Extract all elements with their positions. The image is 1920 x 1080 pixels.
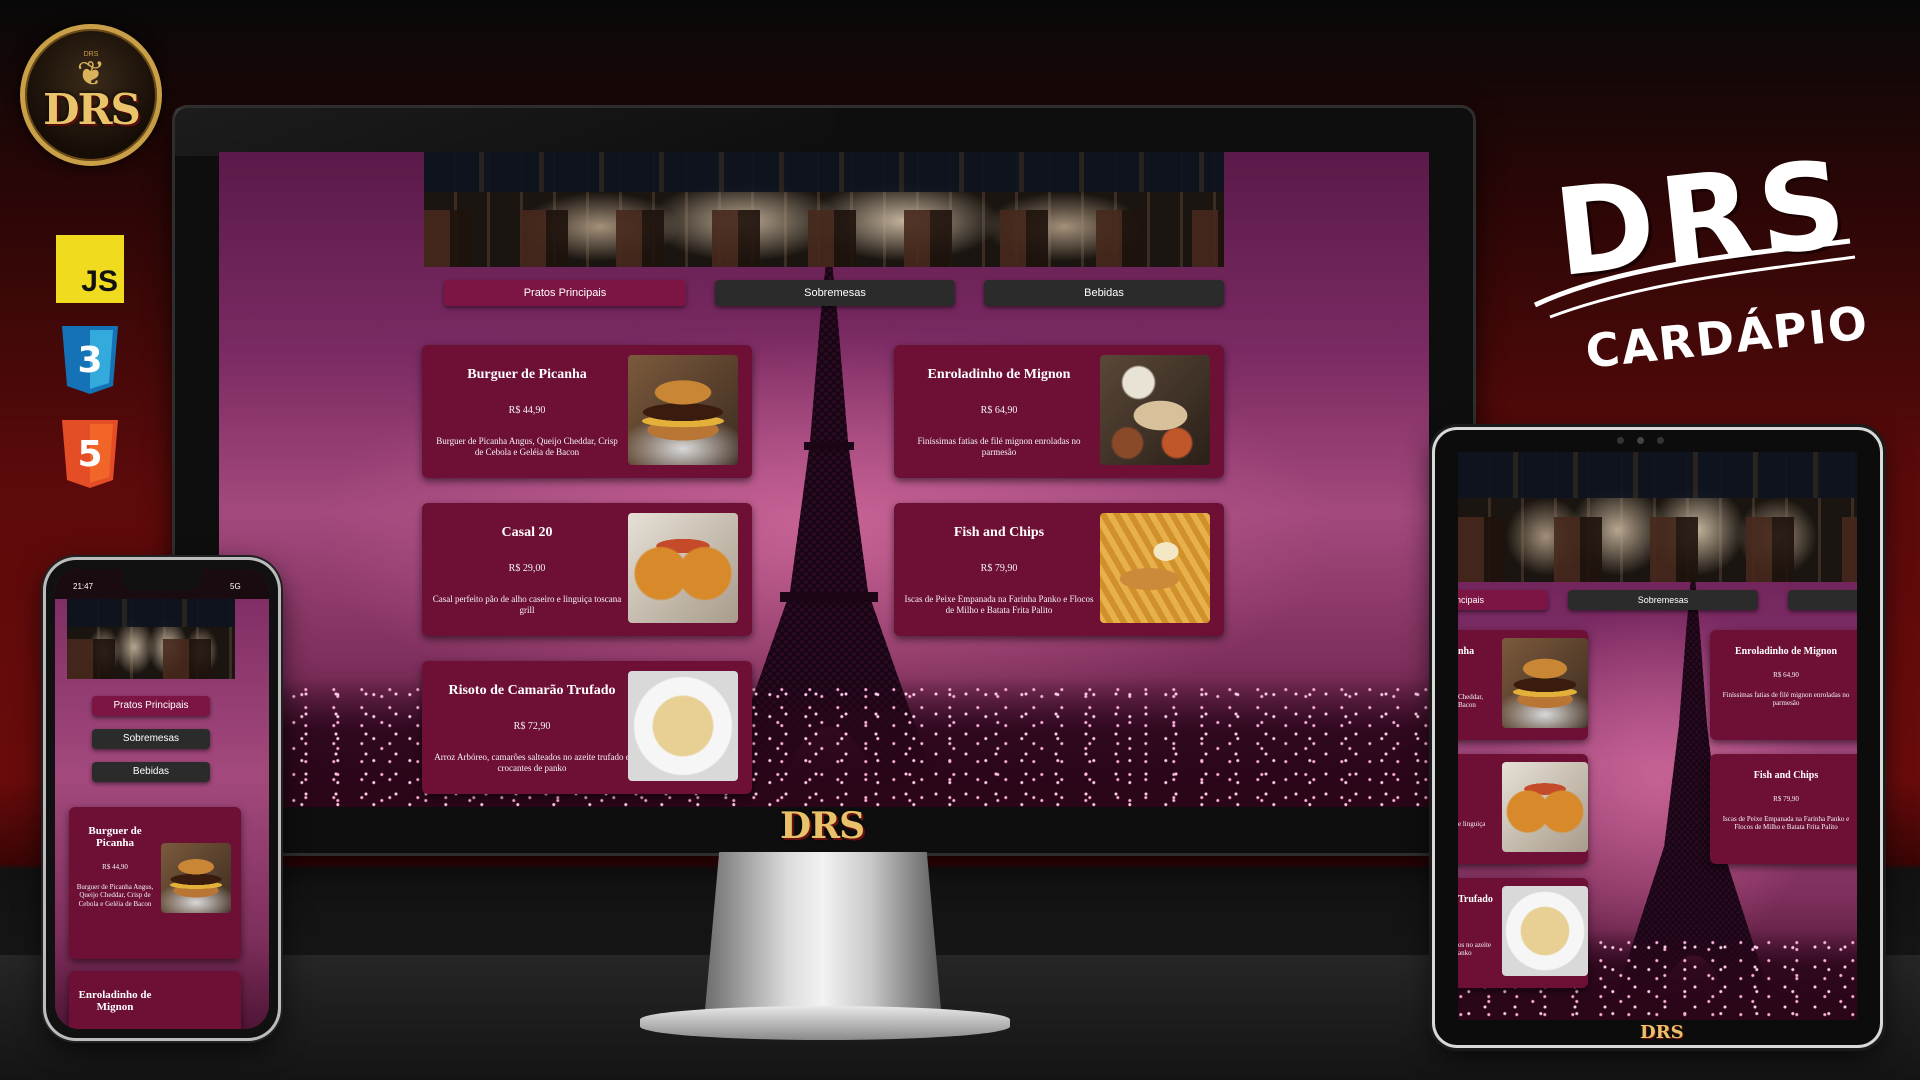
item-description: Casal perfeito pão de alho caseiro e lin…	[432, 594, 622, 615]
item-price: R$ 79,90	[1773, 795, 1799, 803]
item-description: Finíssimas fatias de filé mignon enrolad…	[917, 436, 1081, 457]
tab-sobremesas[interactable]: Sobremesas	[715, 280, 955, 306]
tablet-logo: DRS	[1640, 1022, 1684, 1043]
menu-item-card[interactable]: Fish and Chips R$ 79,90 Iscas de Peixe E…	[894, 503, 1224, 636]
tab-sobremesas[interactable]: Sobremesas	[92, 729, 210, 749]
menu-item-card[interactable]: Casal 20 R$ 29,00 Casal perfeito pão de …	[422, 503, 752, 636]
item-photo	[1502, 638, 1588, 728]
css3-label: 3	[77, 340, 102, 381]
item-name: Burguer de Picanha	[467, 367, 587, 382]
menu-item-card[interactable]: Fish and Chips R$ 79,90 Iscas de Peixe E…	[1710, 754, 1857, 864]
item-name: Trufado	[1458, 894, 1493, 905]
item-photo	[1100, 355, 1210, 465]
menu-item-card[interactable]: Burguer de Picanha R$ 44,90 Burguer de P…	[422, 345, 752, 478]
camera-icon	[1637, 437, 1644, 444]
menu-item-card[interactable]: e linguiça	[1458, 754, 1588, 864]
menu-item-card[interactable]: Burguer de Picanha R$ 44,90 Burguer de P…	[69, 807, 241, 959]
drs-logo-badge: DRS ❦ DRS	[20, 24, 162, 166]
item-description: os no azeite	[1458, 941, 1492, 949]
item-price: R$ 64,90	[1773, 671, 1799, 679]
item-description: Bacon	[1458, 701, 1476, 709]
javascript-icon: JS	[56, 235, 124, 303]
item-name: Fish and Chips	[1753, 770, 1819, 781]
desktop-monitor: Pratos Principais Sobremesas Bebidas Bur…	[175, 108, 1473, 853]
status-time: 21:47	[73, 582, 94, 591]
item-description: anko	[1458, 949, 1472, 957]
tab-bebidas[interactable]: Bebidas	[984, 280, 1224, 306]
item-name: Casal 20	[501, 525, 553, 540]
item-name: nha	[1458, 646, 1475, 657]
city-skyline	[219, 677, 1429, 807]
item-description: Cheddar,	[1458, 693, 1484, 701]
brand-title-block: DRS CARDÁPIO	[1530, 135, 1872, 400]
item-photo	[628, 355, 738, 465]
desktop-screen: Pratos Principais Sobremesas Bebidas Bur…	[219, 152, 1429, 807]
restaurant-hero-image	[67, 599, 235, 679]
html5-label: 5	[77, 434, 102, 475]
item-photo	[628, 513, 738, 623]
tab-bebidas[interactable]	[1788, 590, 1857, 610]
item-name: Enroladinho de Mignon	[1734, 646, 1838, 657]
menu-item-card[interactable]: Enroladinho de Mignon	[69, 971, 241, 1029]
menu-item-card[interactable]: Enroladinho de Mignon R$ 64,90 Finíssima…	[894, 345, 1224, 478]
item-price: R$ 79,90	[980, 563, 1018, 574]
tab-pratos-principais[interactable]: Pratos Principais	[92, 696, 210, 716]
item-name: Burguer de Picanha	[88, 825, 142, 849]
item-photo	[1100, 513, 1210, 623]
item-photo	[1502, 762, 1588, 852]
item-price: R$ 44,90	[508, 405, 546, 416]
badge-small-text: DRS	[83, 51, 99, 58]
status-signal: 5G	[230, 582, 241, 591]
item-description: Iscas de Peixe Empanada na Farinha Panko…	[904, 594, 1094, 615]
menu-item-card[interactable]: nha Cheddar, Bacon	[1458, 630, 1588, 740]
tab-pratos-principais[interactable]: ncipais	[1458, 590, 1548, 610]
item-description: Iscas de Peixe Empanada na Farinha Panko…	[1722, 815, 1850, 831]
phone-screen: 21:47 5G Pratos Principais Sobremesas Be…	[55, 569, 269, 1029]
item-price: R$ 64,90	[980, 405, 1018, 416]
item-description: Finíssimas fatias de filé mignon enrolad…	[1722, 691, 1850, 707]
monitor-logo: DRS	[780, 805, 865, 847]
item-price: R$ 29,00	[508, 563, 546, 574]
html5-icon: 5	[56, 420, 124, 488]
item-photo	[161, 843, 231, 913]
monitor-stand	[705, 852, 941, 1010]
javascript-label: JS	[81, 265, 118, 298]
item-name: Fish and Chips	[953, 525, 1045, 540]
tab-bebidas[interactable]: Bebidas	[92, 762, 210, 782]
phone-device: 21:47 5G Pratos Principais Sobremesas Be…	[46, 560, 278, 1038]
item-description: Arroz Arbóreo, camarões salteados no aze…	[434, 752, 630, 773]
item-price: R$ 72,90	[513, 721, 551, 732]
category-tabs: Pratos Principais Sobremesas Bebidas	[444, 280, 1224, 306]
item-name: Risoto de Camarão Trufado	[448, 683, 616, 698]
monitor-stand-base	[640, 1006, 1010, 1040]
item-description: Burguer de Picanha Angus, Queijo Cheddar…	[436, 436, 618, 457]
item-name: Enroladinho de Mignon	[78, 989, 152, 1013]
restaurant-hero-image	[424, 152, 1224, 267]
menu-item-card[interactable]: Trufado os no azeite anko	[1458, 878, 1588, 988]
badge-text: DRS	[43, 84, 141, 134]
item-name: Enroladinho de Mignon	[927, 367, 1071, 382]
css3-icon: 3	[56, 326, 124, 394]
item-description: e linguiça	[1458, 820, 1486, 828]
menu-item-card[interactable]: Risoto de Camarão Trufado R$ 72,90 Arroz…	[422, 661, 752, 794]
item-price: R$ 44,90	[102, 863, 128, 871]
item-photo	[628, 671, 738, 781]
item-description: Burguer de Picanha Angus, Queijo Cheddar…	[76, 883, 154, 908]
tablet-screen: ncipais Sobremesas nha Cheddar, Bacon e …	[1458, 452, 1857, 1020]
tab-sobremesas[interactable]: Sobremesas	[1568, 590, 1758, 610]
tab-pratos-principais[interactable]: Pratos Principais	[444, 280, 686, 306]
restaurant-hero-image	[1458, 452, 1857, 582]
item-photo	[1502, 886, 1588, 976]
tablet-device: ncipais Sobremesas nha Cheddar, Bacon e …	[1435, 430, 1880, 1045]
menu-item-card[interactable]: Enroladinho de Mignon R$ 64,90 Finíssima…	[1710, 630, 1857, 740]
